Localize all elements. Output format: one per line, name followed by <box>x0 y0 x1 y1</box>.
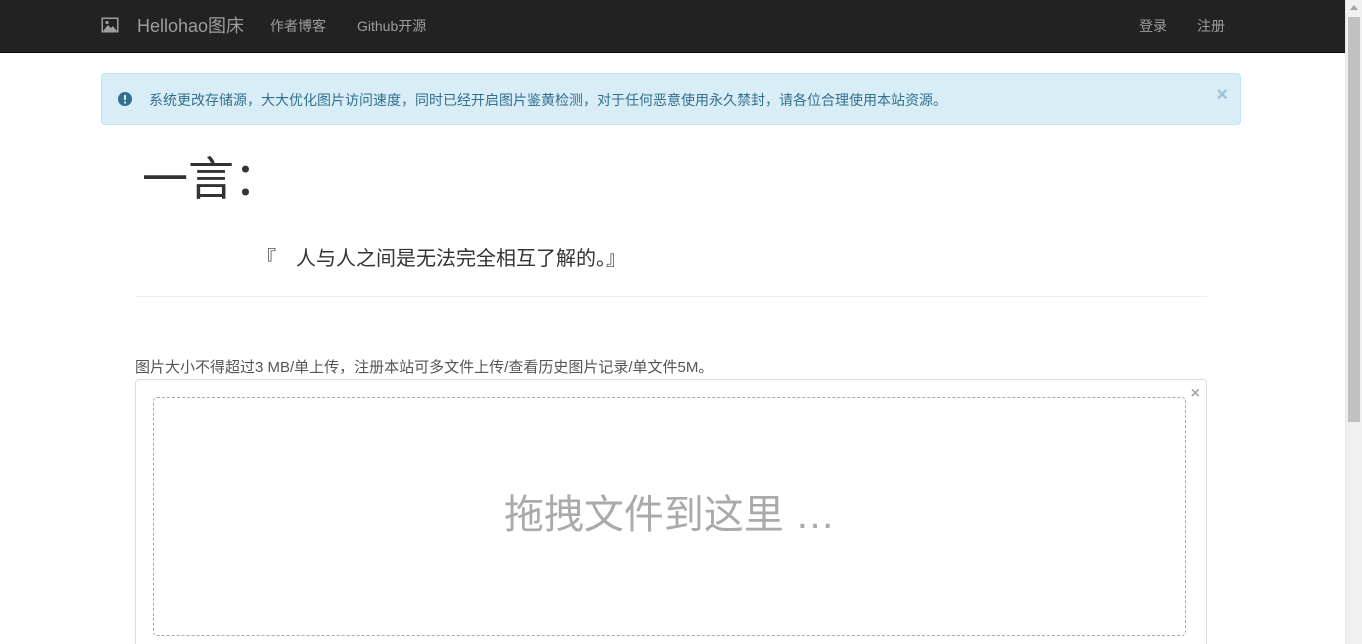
divider <box>135 296 1207 297</box>
file-drop-zone[interactable]: 拖拽文件到这里 … <box>153 397 1186 636</box>
nav-link-blog[interactable]: 作者博客 <box>270 16 326 36</box>
exclamation-circle-icon <box>118 92 132 106</box>
image-icon <box>101 17 119 33</box>
upload-close-button[interactable]: × <box>1191 385 1200 403</box>
scrollbar-thumb[interactable] <box>1348 17 1360 422</box>
brand-link[interactable]: Hellohao图床 <box>137 15 244 37</box>
hitokoto-quote: 『 人与人之间是无法完全相互了解的。』 <box>256 248 626 270</box>
scroll-up-arrow-icon[interactable] <box>1350 5 1358 10</box>
nav-link-login[interactable]: 登录 <box>1139 16 1167 36</box>
hitokoto-heading: 一言： <box>142 153 280 205</box>
navbar: Hellohao图床 作者博客 Github开源 登录 注册 <box>0 0 1345 53</box>
alert-message: 系统更改存储源，大大优化图片访问速度，同时已经开启图片鉴黄检测，对于任何恶意使用… <box>149 92 947 108</box>
info-alert: 系统更改存储源，大大优化图片访问速度，同时已经开启图片鉴黄检测，对于任何恶意使用… <box>101 73 1241 125</box>
upload-panel: × 拖拽文件到这里 … <box>135 379 1207 644</box>
upload-notice: 图片大小不得超过3 MB/单上传，注册本站可多文件上传/查看历史图片记录/单文件… <box>135 359 714 376</box>
nav-link-github[interactable]: Github开源 <box>357 16 426 36</box>
alert-close-button[interactable]: × <box>1216 85 1228 105</box>
page: Hellohao图床 作者博客 Github开源 登录 注册 系统更改存储源，大… <box>0 0 1362 644</box>
drop-zone-label: 拖拽文件到这里 … <box>503 493 836 537</box>
vertical-scrollbar[interactable] <box>1345 0 1362 644</box>
nav-link-register[interactable]: 注册 <box>1197 16 1225 36</box>
